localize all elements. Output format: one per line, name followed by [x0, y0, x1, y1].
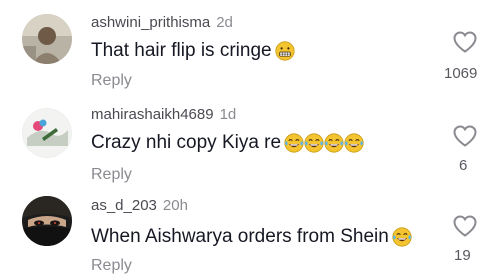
grimacing-face-icon [274, 41, 295, 61]
comment-username[interactable]: as_d_203 [91, 197, 157, 214]
face-with-tears-of-joy-icon [344, 133, 364, 153]
comment-username-row: mahirashaikh4689 1d [91, 106, 236, 123]
heart-icon[interactable] [440, 30, 490, 54]
like-control [440, 124, 490, 148]
comment-emojis [284, 133, 364, 153]
like-control [440, 30, 490, 54]
face-with-tears-of-joy-icon [324, 133, 344, 153]
comment-username[interactable]: ashwini_prithisma [91, 14, 210, 31]
reply-button[interactable]: Reply [91, 72, 132, 90]
comment-username[interactable]: mahirashaikh4689 [91, 106, 214, 123]
like-count: 19 [454, 247, 471, 264]
avatar[interactable] [22, 14, 72, 64]
reply-button[interactable]: Reply [91, 166, 132, 184]
heart-icon[interactable] [440, 124, 490, 148]
like-count: 1069 [444, 65, 478, 82]
comment-username-row: as_d_203 20h [91, 197, 188, 214]
face-with-tears-of-joy-icon [304, 133, 324, 153]
comment-text: Crazy nhi copy Kiya re [91, 132, 282, 153]
like-count: 6 [459, 157, 468, 174]
comment-text: That hair flip is cringe [91, 40, 272, 61]
comment-text-row: Crazy nhi copy Kiya re [91, 131, 364, 155]
heart-icon[interactable] [440, 214, 490, 238]
comment-emojis [274, 41, 295, 61]
avatar[interactable] [22, 196, 72, 246]
comment-text: When Aishwarya orders from Shein [91, 226, 389, 247]
comment-username-row: ashwini_prithisma 2d [91, 14, 233, 31]
reply-button[interactable]: Reply [91, 257, 132, 275]
comment-timestamp: 20h [162, 197, 188, 214]
profile-photo-icon [22, 108, 72, 158]
like-control [440, 214, 490, 238]
comment-text-row: That hair flip is cringe [91, 39, 295, 63]
face-with-tears-of-joy-icon [284, 133, 304, 153]
comment-emojis [392, 227, 412, 247]
comment-timestamp: 1d [219, 106, 237, 123]
comment-text-row: When Aishwarya orders from Shein [91, 225, 412, 249]
profile-photo-icon [22, 196, 72, 246]
face-with-tears-of-joy-icon [392, 227, 412, 247]
avatar[interactable] [22, 108, 72, 158]
profile-photo-icon [22, 14, 72, 64]
comment-timestamp: 2d [216, 14, 233, 31]
